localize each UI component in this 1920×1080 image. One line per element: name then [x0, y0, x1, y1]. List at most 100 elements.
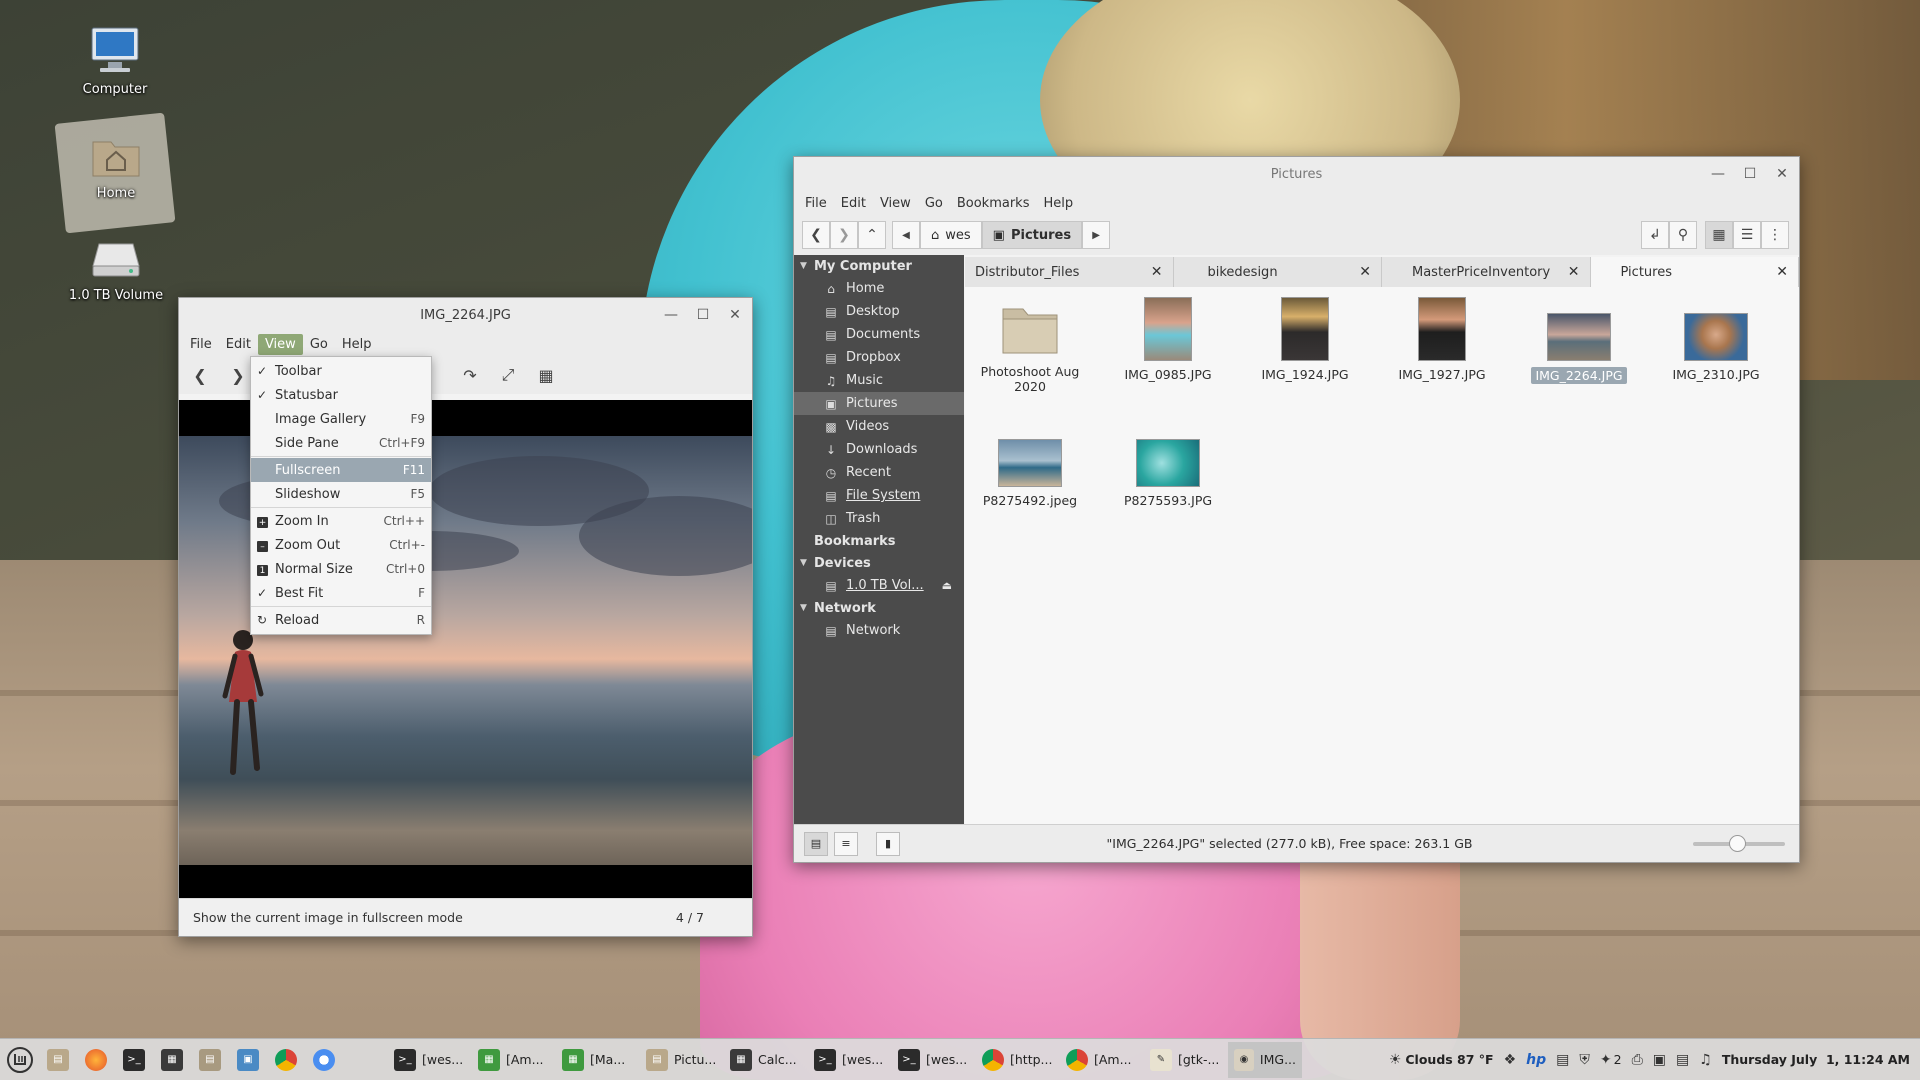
minimize-icon[interactable]: — [1709, 165, 1727, 183]
sidebar-item-recent[interactable]: ◷ Recent [794, 461, 964, 484]
task-spreadsheet-2[interactable]: ▦ [Ma... [556, 1042, 640, 1078]
task-text-editor[interactable]: ✎ [gtk-... [1144, 1042, 1228, 1078]
sidebar-item-music[interactable]: ♫ Music [794, 369, 964, 392]
menu-view[interactable]: View [873, 193, 918, 214]
close-tab-icon[interactable]: ✕ [1568, 264, 1580, 280]
sidebar-section-network[interactable]: ▼ Network [794, 597, 964, 619]
screenshot-icon[interactable]: ▣ [230, 1042, 266, 1078]
menu-file[interactable]: File [798, 193, 834, 214]
menu-go[interactable]: Go [303, 334, 335, 355]
task-terminal-3[interactable]: >_ [wes... [892, 1042, 976, 1078]
menu-help[interactable]: Help [335, 334, 379, 355]
toggle-sidebar-icon[interactable]: ▮ [876, 831, 900, 856]
menu-item-reload[interactable]: ↻ Reload R [251, 608, 431, 632]
next-icon[interactable]: ❯ [227, 364, 249, 386]
show-places-icon[interactable]: ▤ [804, 831, 828, 856]
file-item-folder[interactable]: Photoshoot Aug 2020 [965, 301, 1095, 394]
file-item-image[interactable]: IMG_1924.JPG [1240, 297, 1370, 382]
menu-item-side-pane[interactable]: Side Pane Ctrl+F9 [251, 431, 431, 455]
chrome-icon[interactable] [268, 1042, 304, 1078]
task-pictures[interactable]: ▤ Pictu... [640, 1042, 724, 1078]
up-icon[interactable]: ⌃ [858, 221, 886, 249]
task-terminal-2[interactable]: >_ [wes... [808, 1042, 892, 1078]
task-chrome-1[interactable]: [http... [976, 1042, 1060, 1078]
terminal-icon[interactable]: >_ [116, 1042, 152, 1078]
zoom-slider-handle[interactable] [1729, 835, 1746, 852]
slideshow-icon[interactable]: ▦ [535, 364, 557, 386]
menu-item-image-gallery[interactable]: Image Gallery F9 [251, 407, 431, 431]
firefox-icon[interactable] [78, 1042, 114, 1078]
breadcrumb-home[interactable]: ⌂ wes [920, 221, 982, 249]
sidebar-section-devices[interactable]: ▼ Devices [794, 552, 964, 574]
menu-item-best-fit[interactable]: ✓ Best Fit F [251, 581, 431, 605]
menu-item-statusbar[interactable]: ✓ Statusbar [251, 383, 431, 407]
desktop-icon-computer[interactable]: Computer [60, 24, 170, 97]
sidebar-item-downloads[interactable]: ↓ Downloads [794, 438, 964, 461]
back-icon[interactable]: ❮ [802, 221, 830, 249]
desktop-icon-home[interactable]: Home [61, 128, 171, 201]
desktop-icon-volume[interactable]: 1.0 TB Volume [60, 230, 172, 303]
tab-pictures[interactable]: Pictures ✕ [1590, 257, 1799, 287]
display-icon[interactable]: ▣ [1653, 1052, 1666, 1068]
sidebar-item-trash[interactable]: ◫ Trash [794, 507, 964, 530]
close-tab-icon[interactable]: ✕ [1776, 264, 1788, 280]
menu-item-slideshow[interactable]: Slideshow F5 [251, 482, 431, 506]
dropbox-icon[interactable]: ❖ [1504, 1052, 1517, 1068]
task-spreadsheet-1[interactable]: ▦ [Am... [472, 1042, 556, 1078]
file-item-image[interactable]: IMG_0985.JPG [1103, 297, 1233, 382]
rotate-right-icon[interactable]: ↷ [459, 364, 481, 386]
menu-item-zoom-in[interactable]: + Zoom In Ctrl++ [251, 509, 431, 533]
sidebar-item-file-system[interactable]: ▤ File System [794, 484, 964, 507]
hp-icon[interactable]: hp [1526, 1052, 1546, 1068]
toggle-location-icon[interactable]: ↲ [1641, 221, 1669, 249]
menu-item-zoom-out[interactable]: – Zoom Out Ctrl+- [251, 533, 431, 557]
clipboard-icon[interactable]: ▤ [1556, 1052, 1569, 1068]
notifications-icon[interactable]: ✦ [1600, 1052, 1612, 1068]
task-calculator[interactable]: ▦ Calc... [724, 1042, 808, 1078]
search-icon[interactable]: ⚲ [1669, 221, 1697, 249]
sidebar-item-network[interactable]: ▤ Network [794, 619, 964, 642]
menu-bookmarks[interactable]: Bookmarks [950, 193, 1037, 214]
shield-icon[interactable]: ⛨ [1579, 1052, 1590, 1068]
sidebar-item-desktop[interactable]: ▤ Desktop [794, 300, 964, 323]
menu-item-toolbar[interactable]: ✓ Toolbar [251, 359, 431, 383]
task-image-viewer[interactable]: ◉ IMG... [1228, 1041, 1302, 1078]
folder-launcher-icon[interactable]: ▤ [192, 1042, 228, 1078]
sidebar-section-bookmarks[interactable]: Bookmarks [794, 530, 964, 552]
maximize-icon[interactable]: ☐ [1741, 165, 1759, 183]
viewer-titlebar[interactable]: IMG_2264.JPG — ☐ ✕ [179, 298, 752, 332]
calculator-icon[interactable]: ▦ [154, 1042, 190, 1078]
sidebar-item-pictures[interactable]: ▣ Pictures [794, 392, 964, 415]
printer-icon[interactable]: ⎙ [1632, 1052, 1643, 1068]
sidebar-item-volume[interactable]: ▤ 1.0 TB Vol... ⏏ [794, 574, 964, 597]
previous-icon[interactable]: ❮ [189, 364, 211, 386]
sidebar-section-my-computer[interactable]: ▼ My Computer [794, 255, 964, 277]
file-item-image-selected[interactable]: IMG_2264.JPG [1514, 313, 1644, 384]
menu-go[interactable]: Go [918, 193, 950, 214]
sidebar-item-dropbox[interactable]: ▤ Dropbox [794, 346, 964, 369]
tab-distributor-files[interactable]: Distributor_Files ✕ [965, 257, 1174, 287]
sidebar-item-documents[interactable]: ▤ Documents [794, 323, 964, 346]
chromium-icon[interactable] [306, 1042, 342, 1078]
network-icon[interactable]: ▤ [1676, 1052, 1689, 1068]
menu-file[interactable]: File [183, 334, 219, 355]
file-item-image[interactable]: IMG_1927.JPG [1377, 297, 1507, 382]
close-tab-icon[interactable]: ✕ [1151, 264, 1163, 280]
file-item-image[interactable]: P8275492.jpeg [965, 439, 1095, 508]
zoom-slider[interactable] [1693, 835, 1785, 852]
weather-text[interactable]: Clouds 87 °F [1405, 1052, 1493, 1067]
minimize-icon[interactable]: — [662, 306, 680, 324]
fm-titlebar[interactable]: Pictures — ☐ ✕ [794, 157, 1799, 191]
file-item-image[interactable]: P8275593.JPG [1103, 439, 1233, 508]
menu-item-fullscreen[interactable]: Fullscreen F11 [251, 458, 431, 482]
close-icon[interactable]: ✕ [726, 306, 744, 324]
close-icon[interactable]: ✕ [1773, 165, 1791, 183]
menu-launcher-icon[interactable] [2, 1042, 38, 1078]
tab-masterpriceinventory[interactable]: MasterPriceInventory ✕ [1382, 257, 1591, 287]
breadcrumb-pictures[interactable]: ▣ Pictures [981, 221, 1083, 249]
menu-edit[interactable]: Edit [834, 193, 873, 214]
breadcrumb-left-icon[interactable]: ◀ [892, 221, 920, 249]
sidebar-item-home[interactable]: ⌂ Home [794, 277, 964, 300]
clock[interactable]: Thursday July 1, 11:24 AM [1722, 1052, 1910, 1067]
file-manager-launcher-icon[interactable]: ▤ [40, 1042, 76, 1078]
